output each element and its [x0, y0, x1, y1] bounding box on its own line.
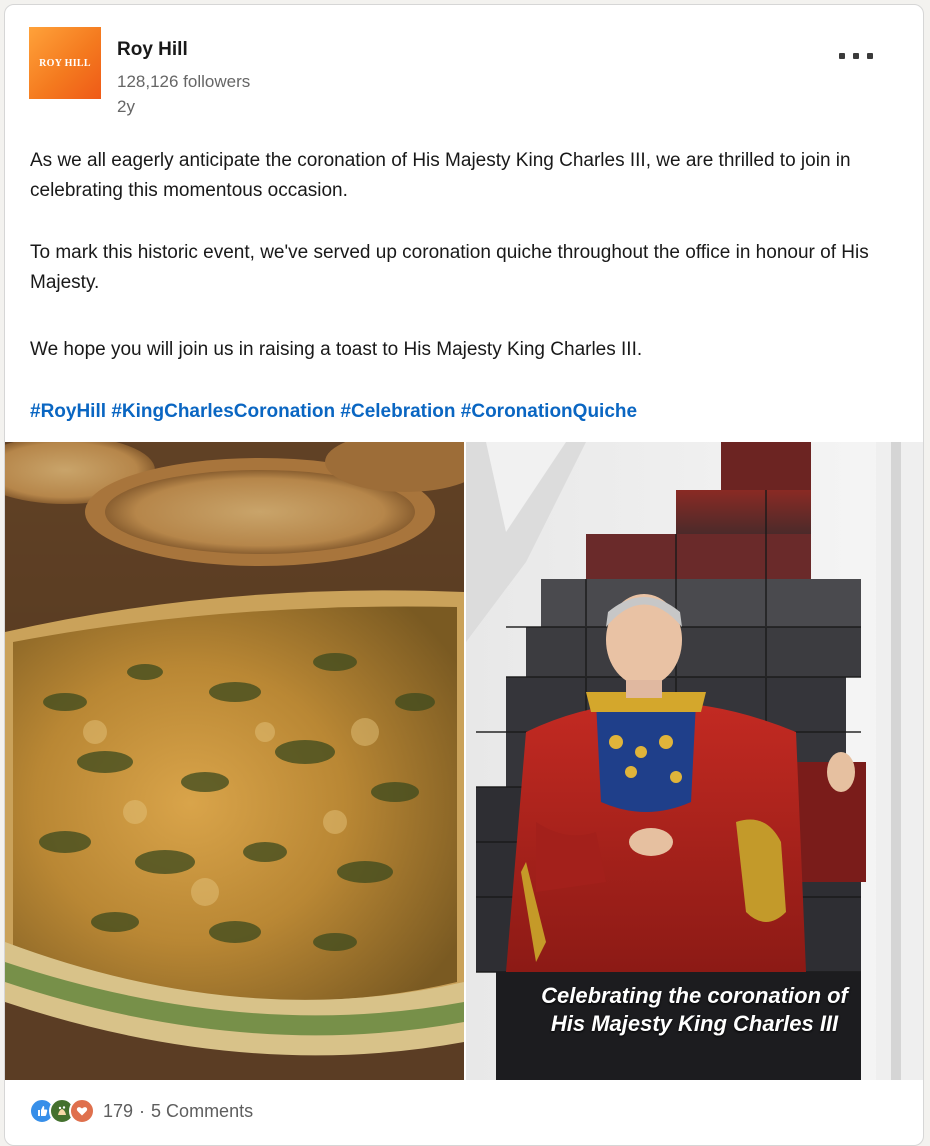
post-time: 2y: [117, 97, 135, 116]
company-name[interactable]: Roy Hill: [117, 39, 188, 61]
more-horizontal-icon: [839, 53, 845, 59]
hashtag-link[interactable]: #RoyHill: [30, 401, 106, 422]
hashtag-link[interactable]: #KingCharlesCoronation: [111, 401, 335, 422]
image-caption-line-2: His Majesty King Charles III: [550, 1011, 839, 1036]
follower-count: 128,126 followers: [117, 72, 251, 91]
reaction-count[interactable]: 179: [103, 1101, 133, 1122]
quiche-image: [5, 442, 464, 1080]
reactions-summary[interactable]: [29, 1098, 95, 1124]
social-counts: 179 · 5 Comments: [29, 1097, 253, 1125]
logo-text: ROY HILL: [39, 57, 91, 69]
hashtag-link[interactable]: #CoronationQuiche: [461, 401, 637, 422]
post-paragraph: As we all eagerly anticipate the coronat…: [30, 150, 851, 201]
hashtag-list: #RoyHill #KingCharlesCoronation #Celebra…: [30, 397, 637, 427]
more-options-button[interactable]: [839, 47, 873, 65]
post-media: Celebrating the coronation of His Majest…: [5, 442, 923, 1080]
image-caption-line-1: Celebrating the coronation of: [541, 983, 848, 1008]
comments-count-link[interactable]: 5 Comments: [151, 1101, 253, 1122]
separator: ·: [139, 1100, 146, 1121]
king-portrait-photo[interactable]: Celebrating the coronation of His Majest…: [466, 442, 923, 1080]
post-paragraph: We hope you will join us in raising a to…: [30, 339, 643, 360]
hashtag-link[interactable]: #Celebration: [340, 401, 455, 422]
love-icon: [69, 1098, 95, 1124]
quiche-photo[interactable]: [5, 442, 464, 1080]
company-logo[interactable]: ROY HILL: [29, 27, 101, 99]
post-paragraph: To mark this historic event, we've serve…: [30, 242, 869, 293]
post-card: ROY HILL Roy Hill 128,126 followers 2y A…: [4, 4, 924, 1146]
